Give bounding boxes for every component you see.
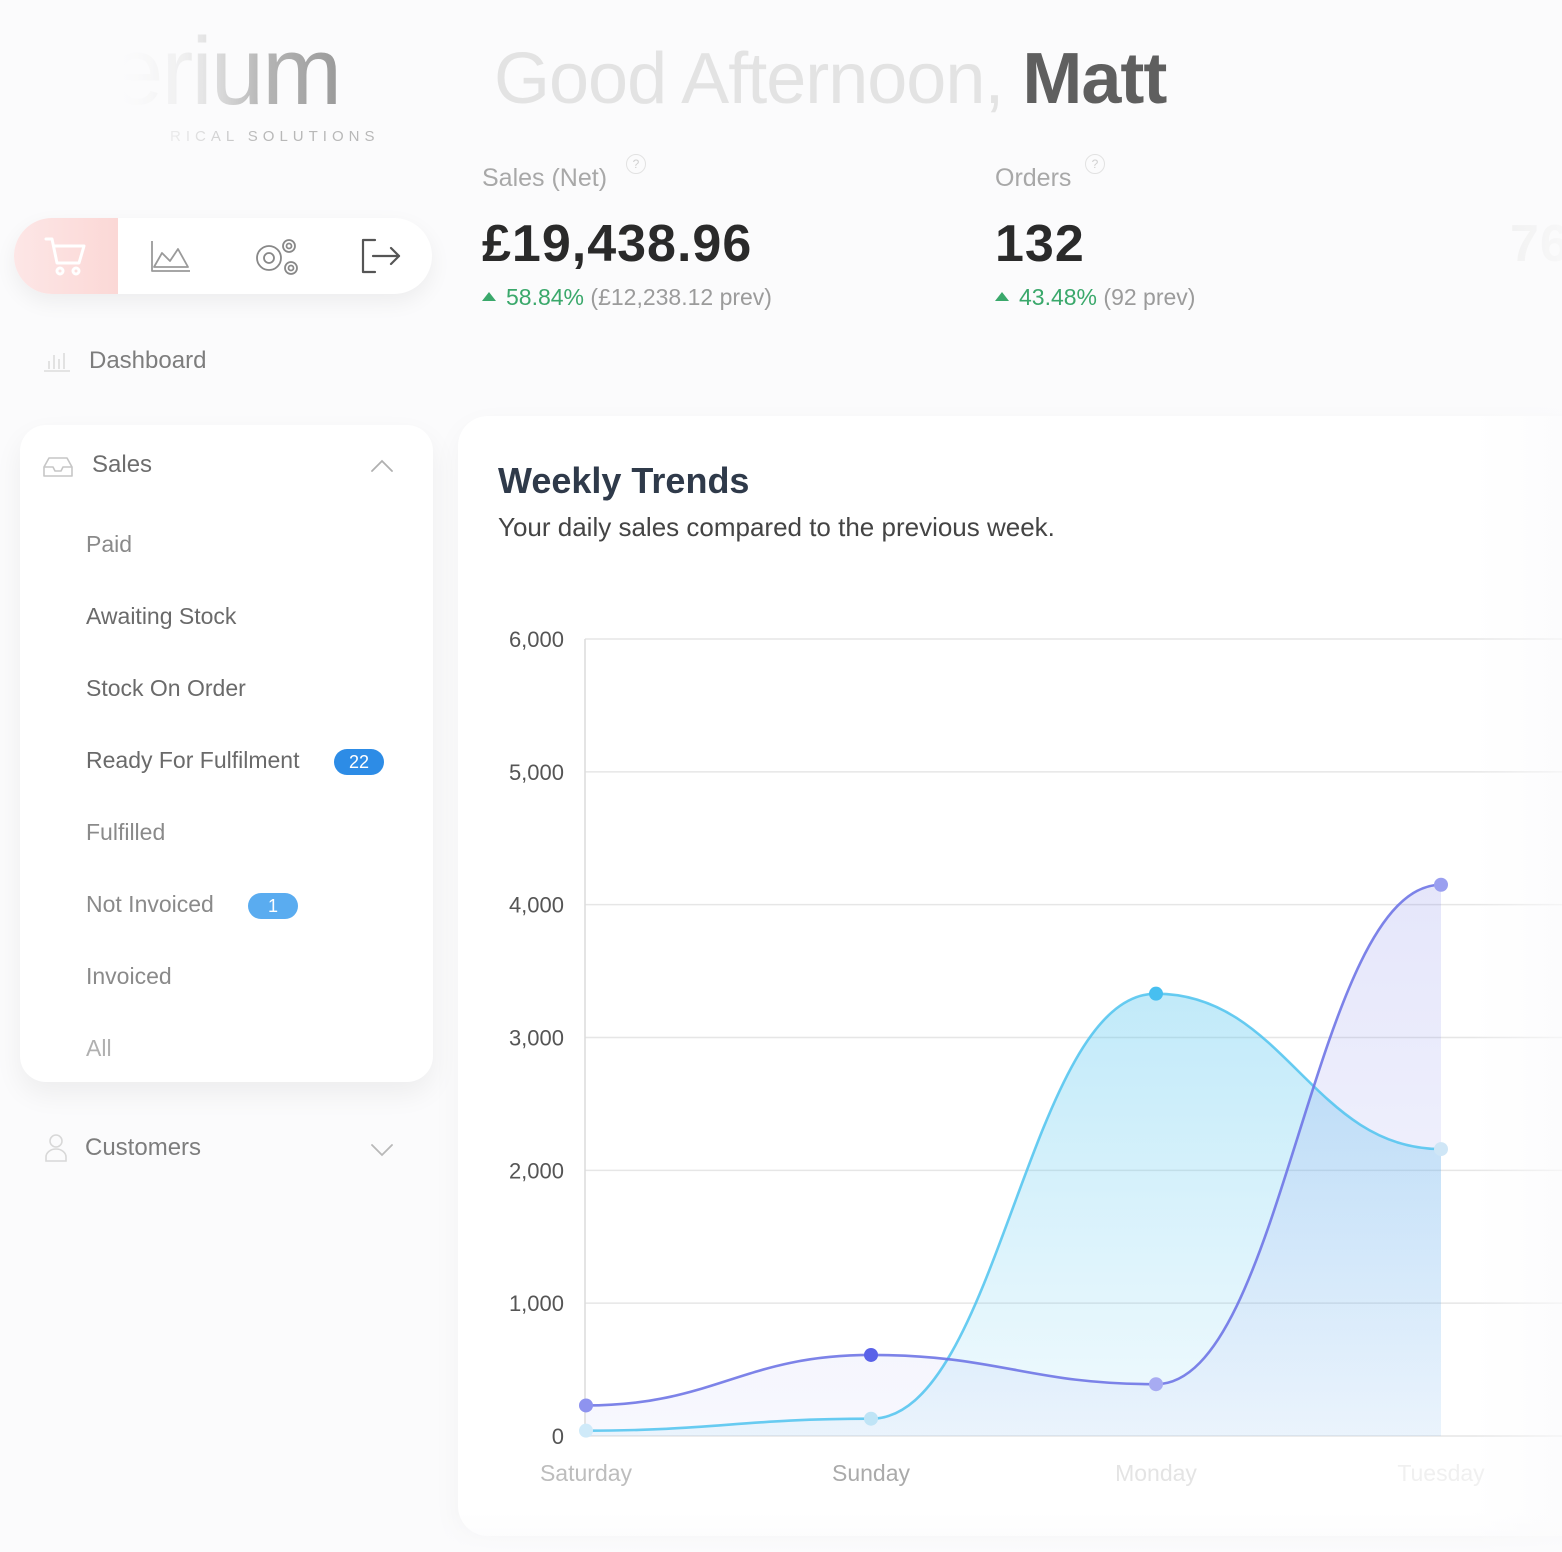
sales-item-paid[interactable]: Paid xyxy=(86,531,132,558)
cart-icon xyxy=(44,237,86,276)
nav-dashboard[interactable]: Dashboard xyxy=(42,344,422,378)
y-tick-label: 5,000 xyxy=(509,760,564,785)
greeting: Good Afternoon, Matt xyxy=(494,38,1167,120)
weekly-trends-card: Weekly Trends Your daily sales compared … xyxy=(458,416,1562,1536)
kpi-sales-value: £19,438.96 xyxy=(482,215,753,273)
y-tick-label: 6,000 xyxy=(509,627,564,652)
inbox-icon xyxy=(43,457,73,477)
not-invoiced-count-badge: 1 xyxy=(248,893,298,919)
kpi-sales-change: 58.84% (£12,238.12 prev) xyxy=(482,284,772,311)
series-current-point[interactable] xyxy=(1434,1142,1448,1157)
nav-sales-header[interactable]: Sales xyxy=(42,449,412,485)
series-previous-point[interactable] xyxy=(1149,1377,1163,1392)
series-current-point[interactable] xyxy=(579,1423,593,1438)
series-current-point[interactable] xyxy=(864,1411,878,1426)
logout-icon xyxy=(361,238,401,274)
sales-item-awaiting-stock[interactable]: Awaiting Stock xyxy=(86,603,236,630)
logo-fade xyxy=(110,22,260,152)
y-tick-label: 1,000 xyxy=(509,1291,564,1316)
ready-count-badge: 22 xyxy=(334,749,384,775)
logout-button[interactable] xyxy=(329,218,433,294)
greeting-prefix: Good Afternoon, xyxy=(494,39,1004,119)
up-arrow-icon xyxy=(482,292,496,302)
nav-customers[interactable]: Customers xyxy=(42,1132,397,1166)
sales-item-invoiced[interactable]: Invoiced xyxy=(86,963,172,990)
y-tick-label: 0 xyxy=(552,1424,564,1449)
y-tick-label: 4,000 xyxy=(509,893,564,918)
kpi-orders-label: Orders xyxy=(995,164,1072,192)
series-previous-point[interactable] xyxy=(579,1398,593,1413)
kpi-sales-pct: 58.84% xyxy=(506,284,585,310)
kpi-orders-value: 132 xyxy=(995,215,1085,273)
chevron-down-icon[interactable] xyxy=(370,1143,394,1157)
chart-icon xyxy=(151,241,190,272)
sales-item-ready-for-fulfilment[interactable]: Ready For Fulfilment xyxy=(86,747,299,774)
kpi-orders-prev: (92 prev) xyxy=(1103,284,1196,310)
main-toolbar xyxy=(14,218,432,294)
nav-dashboard-label: Dashboard xyxy=(89,347,207,374)
help-icon[interactable]: ? xyxy=(1085,154,1105,174)
kpi-sales-prev: (£12,238.12 prev) xyxy=(590,284,772,310)
weekly-trends-chart: 6,000 5,000 4,000 3,000 2,000 1,000 0 Saturday S… xyxy=(509,627,1562,1486)
sales-item-stock-on-order[interactable]: Stock On Order xyxy=(86,675,246,702)
help-icon[interactable]: ? xyxy=(626,154,646,174)
settings-button[interactable] xyxy=(224,218,328,294)
analytics-button[interactable] xyxy=(119,218,223,294)
kpi-third-value: 76 xyxy=(1510,215,1562,273)
y-tick-label: 2,000 xyxy=(509,1158,564,1183)
settings-icon xyxy=(256,239,298,275)
bar-chart-icon xyxy=(44,353,70,372)
x-tick-label: Monday xyxy=(1115,1460,1197,1486)
greeting-name: Matt xyxy=(1022,39,1167,119)
brand-logo: erium RICAL SOLUTIONS xyxy=(110,22,410,152)
user-icon xyxy=(45,1134,67,1162)
x-tick-label: Tuesday xyxy=(1397,1460,1485,1486)
sales-menu: Sales Paid Awaiting Stock Stock On Order… xyxy=(20,425,433,1082)
series-previous-point[interactable] xyxy=(1434,877,1448,892)
x-tick-label: Sunday xyxy=(832,1460,911,1486)
kpi-sales: Sales (Net) ? £19,438.96 58.84% (£12,238… xyxy=(482,154,772,310)
x-tick-label: Saturday xyxy=(540,1460,633,1486)
chevron-up-icon[interactable] xyxy=(370,459,394,473)
y-tick-label: 3,000 xyxy=(509,1026,564,1051)
up-arrow-icon xyxy=(995,292,1009,302)
kpi-orders-change: 43.48% (92 prev) xyxy=(995,284,1195,311)
nav-customers-label: Customers xyxy=(85,1134,202,1161)
series-previous-point[interactable] xyxy=(864,1347,878,1362)
kpi-orders: Orders ? 132 43.48% (92 prev) xyxy=(995,154,1195,310)
sales-item-fulfilled[interactable]: Fulfilled xyxy=(86,819,165,846)
sales-item-not-invoiced[interactable]: Not Invoiced xyxy=(86,891,214,918)
kpi-sales-label: Sales (Net) xyxy=(482,164,608,192)
kpi-orders-pct: 43.48% xyxy=(1019,284,1098,310)
series-current-point[interactable] xyxy=(1149,986,1163,1001)
sales-module-button[interactable] xyxy=(14,218,118,294)
nav-sales-label: Sales xyxy=(92,451,153,478)
sales-item-all[interactable]: All xyxy=(86,1035,112,1062)
